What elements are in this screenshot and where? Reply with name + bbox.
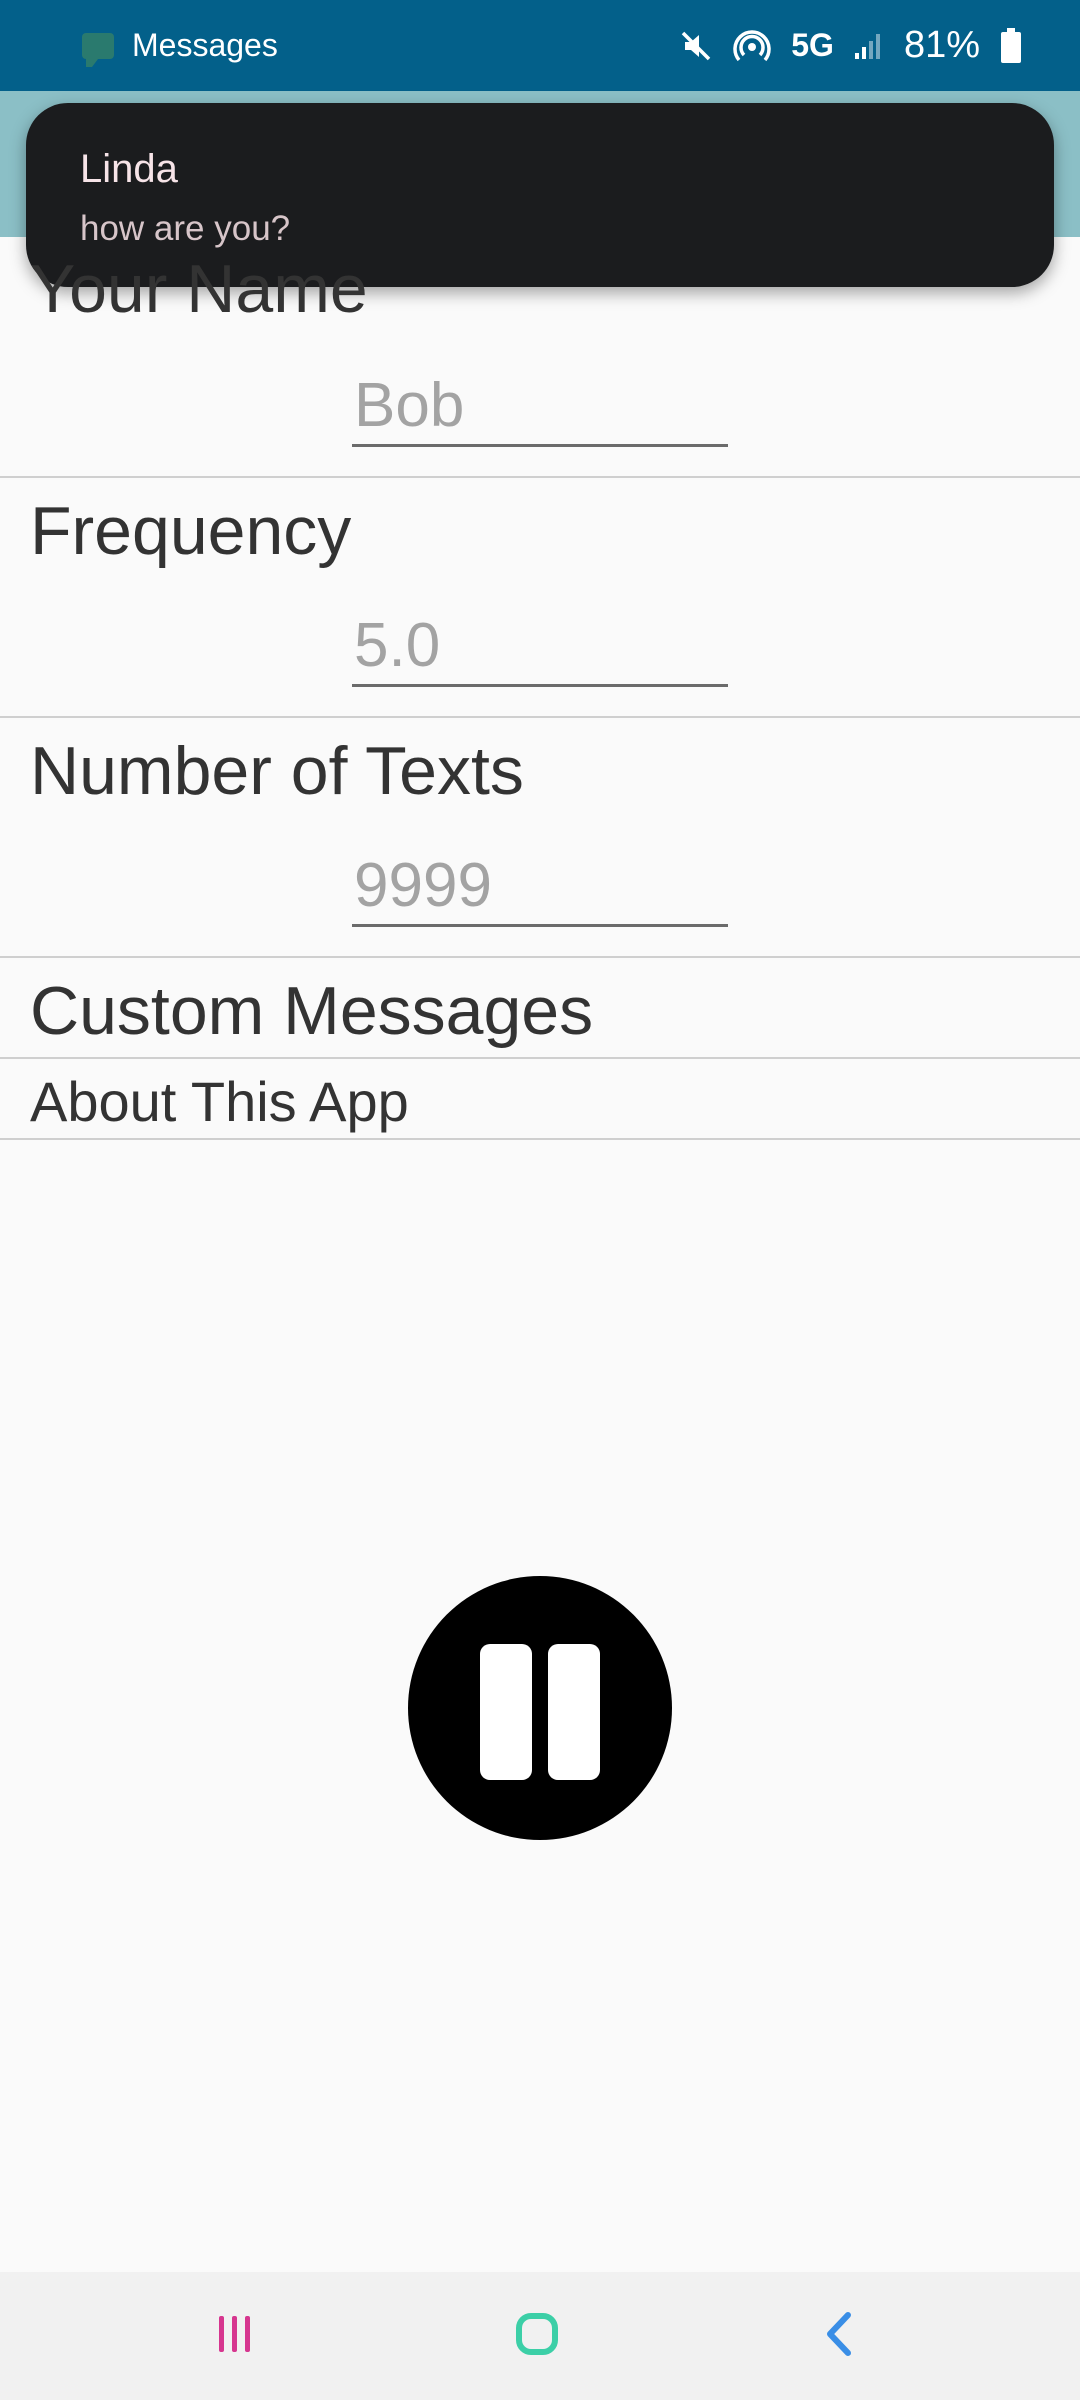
custom-messages-item[interactable]: Custom Messages — [30, 972, 593, 1050]
network-label: 5G — [791, 27, 834, 63]
name-pref-title: Your Name — [30, 251, 368, 327]
name-input[interactable] — [352, 366, 728, 447]
battery-percent: 81% — [903, 24, 980, 66]
home-icon — [512, 2309, 562, 2364]
divider — [0, 1138, 1080, 1140]
messages-app-icon — [82, 32, 114, 67]
navigation-bar — [0, 2272, 1080, 2400]
notification-text: how are you? — [80, 209, 291, 248]
battery-icon — [1000, 27, 1022, 64]
hotspot-icon — [733, 27, 771, 65]
frequency-input[interactable] — [352, 606, 728, 687]
divider — [0, 956, 1080, 958]
pause-button[interactable] — [408, 1576, 672, 1840]
divider — [0, 1057, 1080, 1059]
status-right: 5G 81% — [679, 0, 1022, 91]
back-icon — [818, 2309, 862, 2364]
divider — [0, 716, 1080, 718]
home-button[interactable] — [491, 2290, 583, 2382]
frequency-pref-title: Frequency — [30, 493, 352, 569]
about-app-item[interactable]: About This App — [30, 1069, 409, 1134]
recents-button[interactable] — [189, 2290, 281, 2382]
signal-icon — [854, 31, 884, 61]
back-button[interactable] — [794, 2290, 886, 2382]
status-bar: Messages 5G 81% — [0, 0, 1080, 91]
num-texts-pref-title: Number of Texts — [30, 733, 524, 809]
status-left: Messages — [82, 0, 278, 91]
divider — [0, 476, 1080, 478]
pause-bar-right — [548, 1644, 600, 1780]
recents-icon — [213, 2312, 257, 2361]
pause-bar-left — [480, 1644, 532, 1780]
mute-icon — [679, 29, 713, 63]
notification-sender: Linda — [80, 147, 178, 191]
num-texts-input[interactable] — [352, 846, 728, 927]
status-app-label: Messages — [132, 27, 278, 63]
